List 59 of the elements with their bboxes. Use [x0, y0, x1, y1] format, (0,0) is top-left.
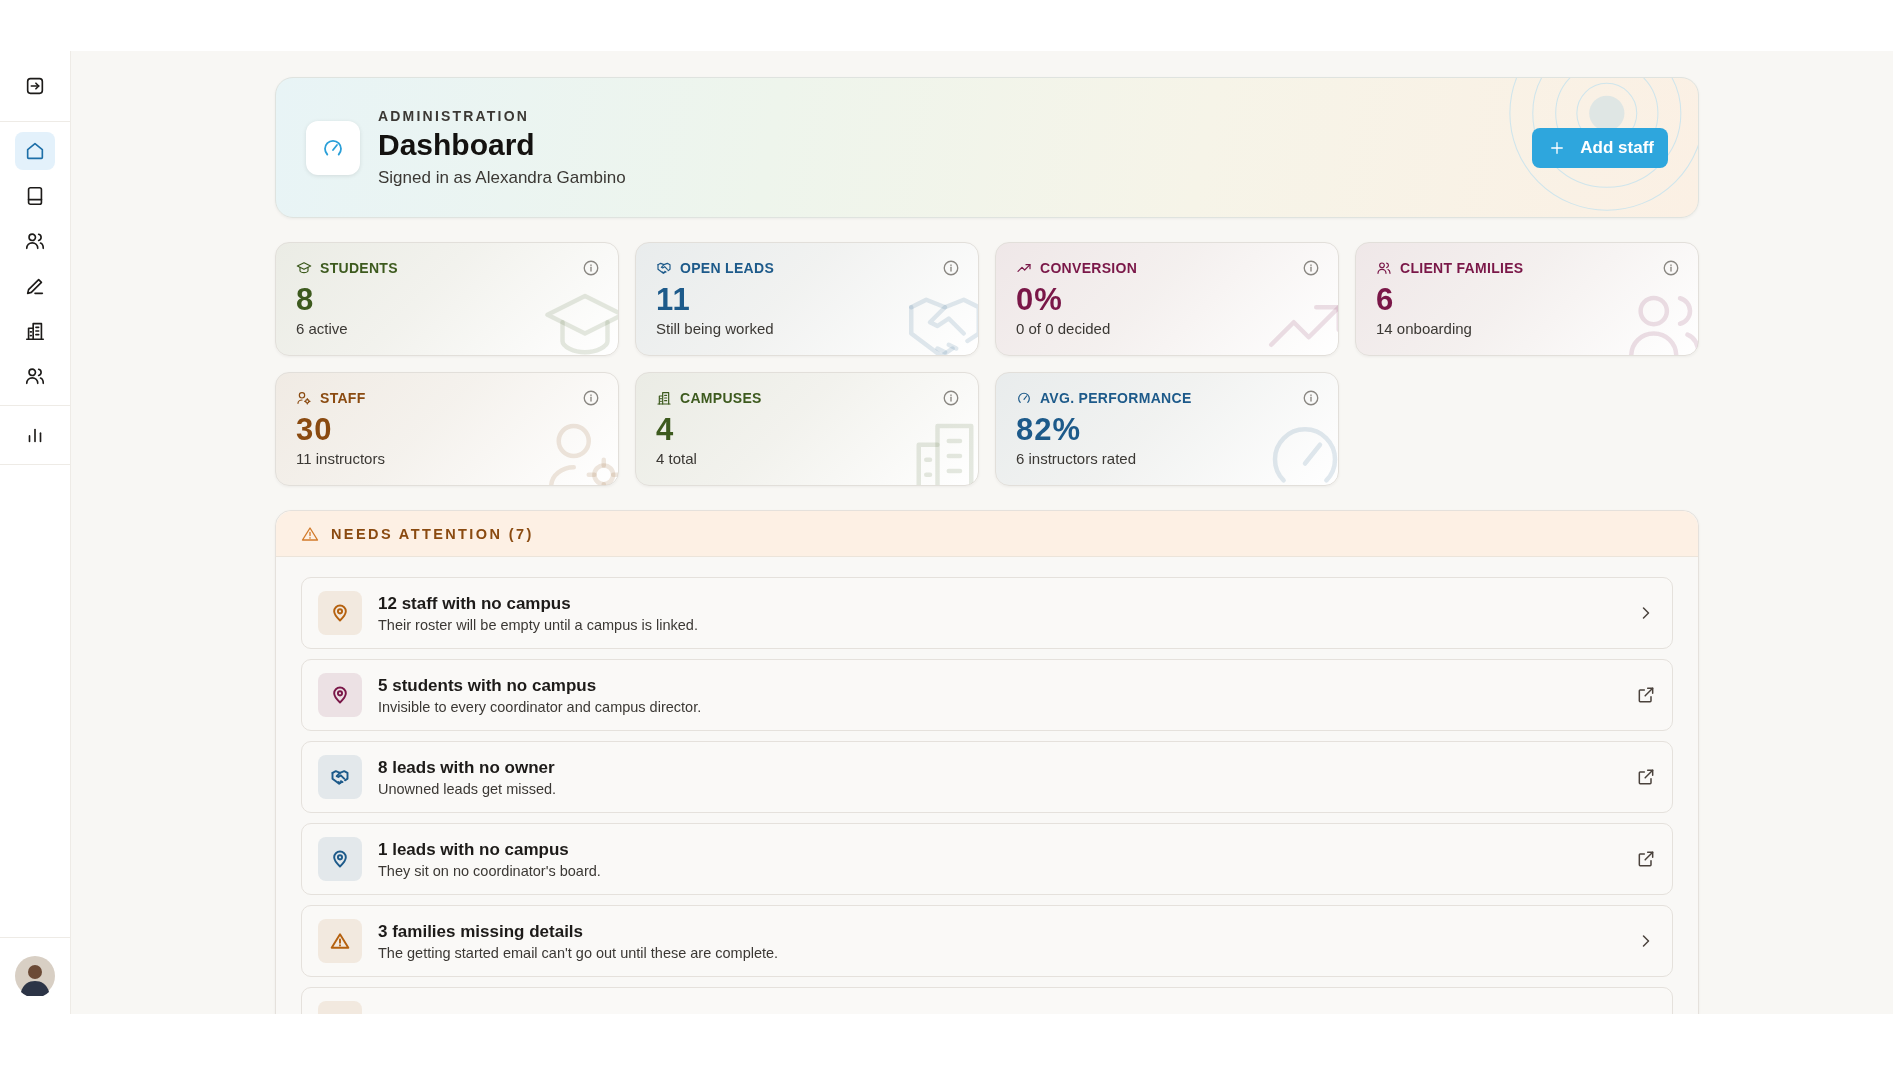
- home-icon: [24, 140, 46, 162]
- people-icon: [1376, 260, 1392, 276]
- people-icon: [24, 365, 46, 387]
- info-icon[interactable]: [582, 389, 600, 407]
- info-icon[interactable]: [1662, 259, 1680, 277]
- expand-icon: [24, 75, 46, 97]
- stat-label: CONVERSION: [1040, 260, 1139, 276]
- info-icon[interactable]: [1302, 259, 1320, 277]
- info-icon[interactable]: [942, 389, 960, 407]
- info-icon[interactable]: [1302, 389, 1320, 407]
- stat-label: STUDENTS: [320, 260, 399, 276]
- stat-label: AVG. PERFORMANCE: [1040, 390, 1193, 406]
- attention-item-description: Invisible to every coordinator and campus director.: [378, 698, 703, 715]
- attention-item[interactable]: 3 families missing details The getting started email can't go out until these are complete.: [301, 905, 1673, 977]
- attention-item[interactable]: 5 students with no campus Invisible to every coordinator and campus director.: [301, 659, 1673, 731]
- user-avatar[interactable]: [15, 956, 55, 996]
- attention-item-description: Their roster will be empty until a campus is linked.: [378, 616, 699, 633]
- stat-label: STAFF: [320, 390, 367, 406]
- stat-value: 6: [1376, 282, 1396, 318]
- attention-title: NEEDS ATTENTION (7): [331, 525, 534, 542]
- stat-value: 8: [296, 282, 316, 318]
- graduation-cap-icon: [296, 260, 312, 276]
- attention-item-title: 12 staff with no campus: [378, 593, 572, 614]
- stat-value: 4: [656, 412, 676, 448]
- user-gear-icon: [296, 390, 312, 406]
- stat-note: Still being worked: [656, 320, 775, 337]
- attention-item-description: Unowned leads get missed.: [378, 780, 558, 797]
- stat-value: 0%: [1016, 282, 1064, 318]
- signed-in-text: Signed in as Alexandra Gambino: [378, 167, 627, 188]
- stat-note: 11 instructors: [296, 450, 386, 467]
- stat-note: 14 onboarding: [1376, 320, 1473, 337]
- attention-item-description: They sit on no coordinator's board.: [378, 862, 602, 879]
- attention-item-title: 3 families missing details: [378, 921, 585, 942]
- attention-item[interactable]: 8 leads with no owner Unowned leads get missed.: [301, 741, 1673, 813]
- stat-note: 6 active: [296, 320, 349, 337]
- attention-item-title: 5 students with no campus: [378, 675, 598, 696]
- stat-note: 0 of 0 decided: [1016, 320, 1112, 337]
- stat-label: OPEN LEADS: [680, 260, 775, 276]
- stat-value: 82%: [1016, 412, 1083, 448]
- attention-item-title: 1 leads with no campus: [378, 839, 570, 860]
- attention-item-description: The getting started email can't go out until these are complete.: [378, 944, 780, 961]
- gauge-icon: [1016, 390, 1032, 406]
- attention-item[interactable]: 12 staff with no campus Their roster will be empty until a campus is linked.: [301, 577, 1673, 649]
- stat-label: CAMPUSES: [680, 390, 763, 406]
- stat-label: CLIENT FAMILIES: [1400, 260, 1525, 276]
- attention-item-title: 8 leads with no owner: [378, 757, 556, 778]
- attention-item[interactable]: 1 leads with no campus They sit on no coordinator's board.: [301, 823, 1673, 895]
- people-icon: [24, 230, 46, 252]
- building-icon: [24, 320, 46, 342]
- page-title: Dashboard: [378, 127, 536, 162]
- stat-note: 4 total: [656, 450, 698, 467]
- info-icon[interactable]: [582, 259, 600, 277]
- stat-value: 30: [296, 412, 334, 448]
- section-eyebrow: ADMINISTRATION: [378, 107, 531, 124]
- handshake-icon: [656, 260, 672, 276]
- info-icon[interactable]: [942, 259, 960, 277]
- stat-value: 11: [656, 282, 692, 318]
- building-icon: [656, 390, 672, 406]
- stat-note: 6 instructors rated: [1016, 450, 1138, 467]
